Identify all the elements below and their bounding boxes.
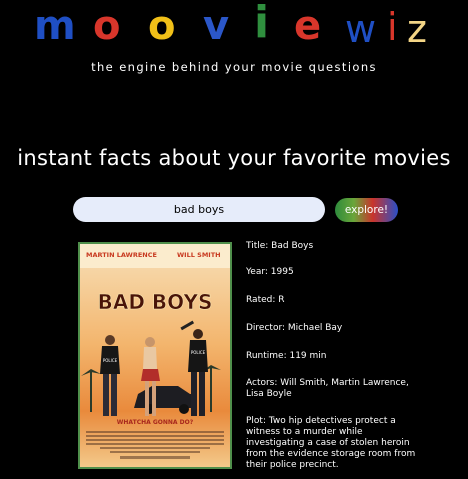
page-headline: instant facts about your favorite movies xyxy=(17,146,451,170)
app-tagline: the engine behind your movie questions xyxy=(91,60,377,74)
logo-letter: z xyxy=(407,7,427,51)
search-box xyxy=(73,197,325,222)
movie-poster: MARTIN LAWRENCE WILL SMITH BAD BOYS POLI… xyxy=(78,242,232,469)
logo-letter: w xyxy=(345,7,377,51)
logo-letter: i xyxy=(387,5,398,49)
poster-art: MARTIN LAWRENCE WILL SMITH BAD BOYS POLI… xyxy=(80,244,230,467)
poster-actor-right: WILL SMITH xyxy=(177,251,221,259)
movie-runtime: Runtime: 119 min xyxy=(246,351,327,361)
movie-title: Title: Bad Boys xyxy=(246,241,314,251)
svg-text:POLICE: POLICE xyxy=(103,358,118,363)
movie-director: Director: Michael Bay xyxy=(246,323,343,333)
movie-plot: Plot: Two hip detectives protect a witne… xyxy=(246,416,416,470)
explore-button[interactable]: explore! xyxy=(335,198,398,222)
logo-letter: m xyxy=(34,3,76,49)
logo-letter: o xyxy=(93,3,121,49)
logo-letter: e xyxy=(294,3,322,49)
movie-rated: Rated: R xyxy=(246,295,285,305)
logo-letter: i xyxy=(254,0,270,48)
logo-letter: v xyxy=(203,3,230,49)
movie-year: Year: 1995 xyxy=(246,267,294,277)
app-logo: m o o v i e w i z xyxy=(0,0,468,54)
poster-actor-left: MARTIN LAWRENCE xyxy=(86,251,157,259)
svg-text:POLICE: POLICE xyxy=(191,350,206,355)
logo-letter: o xyxy=(148,3,176,49)
movie-actors: Actors: Will Smith, Martin Lawrence, Lis… xyxy=(246,378,409,399)
poster-tagline: WHATCHA GONNA DO? xyxy=(117,419,194,426)
movie-search-input[interactable] xyxy=(73,197,325,222)
poster-title: BAD BOYS xyxy=(98,290,213,314)
